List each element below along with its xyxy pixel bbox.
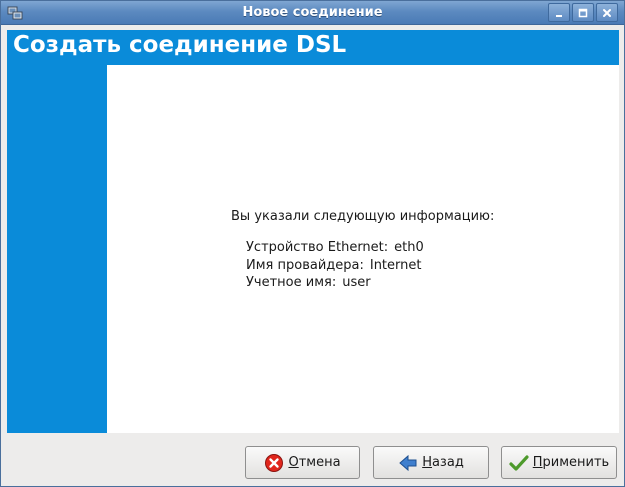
window-title: Новое соединение [242, 5, 383, 20]
close-icon [603, 8, 611, 17]
close-button[interactable] [596, 3, 618, 22]
detail-label: Имя провайдера: [246, 258, 364, 273]
minimize-icon [556, 14, 562, 17]
apply-button[interactable]: Применить [501, 446, 617, 479]
maximize-icon [578, 8, 588, 17]
cancel-label: Отмена [288, 455, 341, 470]
apply-label: Применить [532, 455, 610, 470]
detail-value: user [342, 275, 371, 290]
back-label: Назад [422, 455, 464, 470]
detail-row-provider: Имя провайдера: Internet [246, 258, 421, 273]
window-controls [548, 3, 618, 23]
minimize-button[interactable] [548, 3, 570, 22]
title-bar[interactable]: Новое соединение [1, 1, 624, 25]
summary-panel: Вы указали следующую информацию: Устройс… [107, 65, 619, 433]
summary-heading: Вы указали следующую информацию: [231, 209, 495, 224]
cancel-icon [265, 453, 284, 472]
maximize-button[interactable] [572, 3, 594, 22]
dialog-window: Новое соединение Создать соединение DSL [0, 0, 625, 487]
back-arrow-icon [399, 454, 417, 471]
detail-value: Internet [369, 258, 422, 273]
page-title: Создать соединение DSL [13, 32, 347, 58]
detail-row-account: Учетное имя: user [246, 275, 371, 290]
detail-label: Устройство Ethernet: [246, 240, 389, 255]
header-banner: Создать соединение DSL [7, 30, 619, 65]
checkmark-icon [509, 454, 529, 471]
detail-value: eth0 [394, 240, 424, 255]
cancel-button[interactable]: Отмена [245, 446, 360, 479]
back-button[interactable]: Назад [373, 446, 489, 479]
detail-label: Учетное имя: [246, 275, 337, 290]
detail-row-device: Устройство Ethernet: eth0 [246, 240, 424, 255]
side-strip [7, 65, 107, 433]
